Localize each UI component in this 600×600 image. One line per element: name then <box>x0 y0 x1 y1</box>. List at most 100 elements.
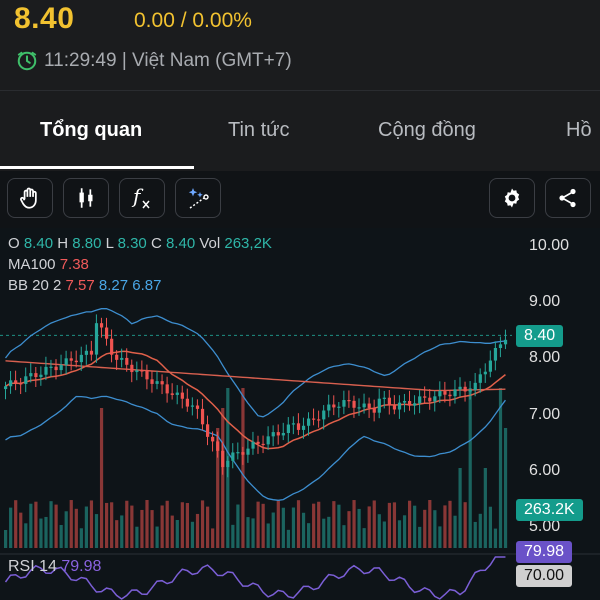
candle-body <box>276 432 280 436</box>
volume-bar <box>64 511 68 548</box>
settings-button[interactable] <box>489 178 535 218</box>
volume-bar <box>478 513 482 548</box>
price-chart[interactable]: O 8.40 H 8.80 L 8.30 C 8.40 Vol 263,2K M… <box>0 228 600 600</box>
volume-bar <box>44 516 48 548</box>
close-value: 8.40 <box>165 235 196 252</box>
candle-body <box>362 403 366 408</box>
volume-bar <box>307 523 311 548</box>
volume-bar <box>448 500 452 548</box>
candle-body <box>448 394 452 397</box>
candle-body <box>54 366 58 371</box>
volume-bar <box>291 507 296 548</box>
y-axis-label: 10.00 <box>529 237 570 254</box>
tab-community[interactable]: Cộng đồng <box>378 119 476 142</box>
volume-bar <box>120 515 124 548</box>
candle-body <box>493 347 498 361</box>
rsi-value: 79.98 <box>61 558 102 575</box>
candle-body <box>413 403 417 406</box>
y-axis-label: 9.00 <box>529 293 561 310</box>
candle-body <box>473 382 477 390</box>
volume-bar <box>337 504 341 548</box>
candle-body <box>29 373 33 377</box>
volume-bar <box>362 528 366 548</box>
rsi-level-tag: 70.00 <box>516 565 573 587</box>
candle-body <box>79 354 83 363</box>
volume-bar <box>175 520 179 548</box>
candle-body <box>256 441 260 444</box>
volume-bar <box>286 529 290 548</box>
candle-body <box>145 370 149 380</box>
bb-legend[interactable]: BB 20 2 7.57 8.27 6.87 <box>8 277 162 294</box>
candle-body <box>342 400 346 407</box>
volume-bar <box>89 500 94 548</box>
volume-bar <box>473 521 477 548</box>
candle-body <box>352 400 356 408</box>
candle-body <box>246 448 250 455</box>
candle-body <box>125 357 129 365</box>
candle-body <box>4 386 8 390</box>
drawing-tools-button[interactable] <box>175 178 221 218</box>
candle-body <box>221 450 225 468</box>
hand-tool-button[interactable] <box>7 178 53 218</box>
candle-body <box>89 350 94 355</box>
clock-icon <box>17 51 37 71</box>
candle-body <box>463 386 467 392</box>
volume-bar <box>74 508 78 548</box>
chart-type-button[interactable] <box>63 178 109 218</box>
volume-bar <box>428 500 432 548</box>
tab-more[interactable]: Hồ <box>566 119 592 142</box>
candle-body <box>211 436 215 442</box>
rsi-value-tag: 79.98 <box>516 541 573 563</box>
candle-body <box>251 441 255 449</box>
candle-body <box>231 452 235 461</box>
bb-mid-value: 8.27 <box>98 277 129 294</box>
candle-body <box>94 323 99 355</box>
candle-body <box>402 400 407 403</box>
volume-bar <box>115 520 119 548</box>
volume-bar <box>387 502 391 548</box>
function-icon: f <box>131 184 150 209</box>
volume-bar <box>352 500 356 548</box>
volume-bar <box>261 503 265 548</box>
volume-bar <box>397 520 402 548</box>
indicators-button[interactable]: f <box>119 178 165 218</box>
volume-value: 263,2K <box>224 235 272 252</box>
volume-bar <box>150 510 154 548</box>
gear-icon <box>504 188 520 208</box>
y-axis-label: 7.00 <box>529 406 561 423</box>
volume-bar <box>59 525 63 548</box>
candle-body <box>19 383 23 385</box>
svg-text:f: f <box>131 184 144 208</box>
volume-bar <box>493 528 498 548</box>
candle-body <box>105 327 109 339</box>
candle-body <box>165 384 169 394</box>
candle-body <box>367 403 371 408</box>
candle-body <box>226 460 230 468</box>
volume-bar <box>84 506 88 548</box>
volume-bar <box>99 408 104 548</box>
share-button[interactable] <box>545 178 591 218</box>
volume-bar <box>69 500 73 548</box>
candle-body <box>74 360 78 363</box>
tab-bar: Tổng quan Tin tức Cộng đồng Hồ <box>0 90 600 171</box>
volume-bar <box>498 388 503 548</box>
time-row: 11:29:49 | Việt Nam (GMT+7) <box>16 50 292 72</box>
volume-bar <box>382 521 386 548</box>
volume-bar <box>54 504 58 548</box>
volume-bar <box>145 500 149 548</box>
volume-bar <box>24 523 28 548</box>
tab-news[interactable]: Tin tức <box>228 119 290 142</box>
candle-body <box>99 323 104 328</box>
candle-body <box>266 436 270 445</box>
tab-overview[interactable]: Tổng quan <box>40 119 142 142</box>
candle-body <box>423 396 427 398</box>
rsi-legend[interactable]: RSI 14 79.98 <box>8 558 101 576</box>
volume-bar <box>468 388 472 548</box>
volume-bar <box>160 505 164 548</box>
candle-body <box>206 424 210 437</box>
candle-body <box>397 402 402 410</box>
volume-bar <box>94 514 99 548</box>
volume-bar <box>14 500 18 548</box>
ma-legend[interactable]: MA100 7.38 <box>8 256 89 273</box>
candle-body <box>64 358 68 365</box>
